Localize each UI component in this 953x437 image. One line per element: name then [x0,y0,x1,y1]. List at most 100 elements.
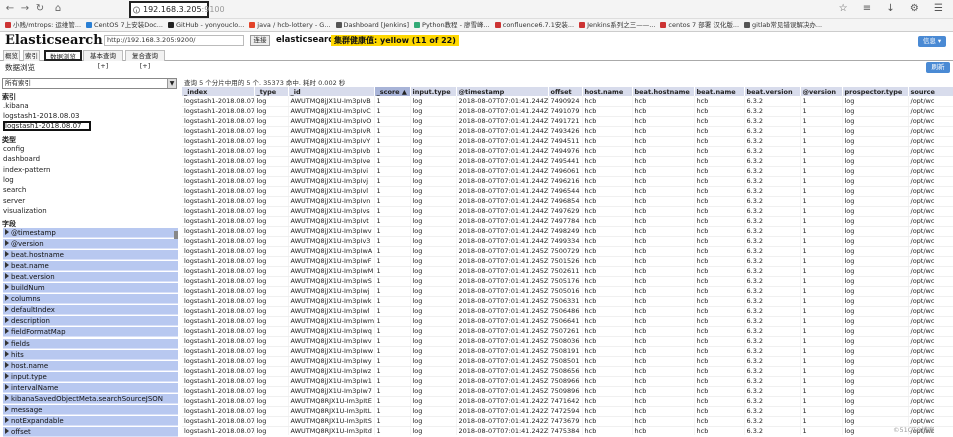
type-item[interactable]: config [3,144,177,154]
field-item[interactable]: kibanaSavedObjectMeta.searchSourceJSON [3,393,178,404]
column-header[interactable]: host.name [582,87,633,96]
bookmark-item[interactable]: gitlab常见错误解决办... [744,19,822,31]
table-row[interactable]: logstash1-2018.08.07 log AWUTMQ8jJX1U-Im3p… [182,356,953,367]
bookmark-item[interactable]: Dashboard [Jenkins] [335,19,409,31]
table-row[interactable]: logstash1-2018.08.07 log AWUTMQ8jJX1U-Im3p… [182,366,953,377]
table-row[interactable]: logstash1-2018.08.07 log AWUTMQ8jJX1U-Im3p… [182,226,953,237]
table-row[interactable]: logstash1-2018.08.07 log AWUTMQ8jJX1U-Im3p… [182,216,953,227]
table-row[interactable]: logstash1-2018.08.07 log AWUTMQ8jJX1U-Im3p… [182,376,953,387]
column-header[interactable]: _type [254,87,289,96]
index-item[interactable]: .kibana [3,101,177,111]
table-row[interactable]: logstash1-2018.08.07 log AWUTMQ8jJX1U-Im3p… [182,156,953,167]
column-header[interactable]: beat.hostname [632,87,695,96]
bookmark-item[interactable]: confluence6.7.1安装... [494,19,574,31]
table-row[interactable]: logstash1-2018.08.07 log AWUTMQ8jJX1U-Im3p… [182,186,953,197]
table-row[interactable]: logstash1-2018.08.07 log AWUTMQ8jJX1U-Im3p… [182,296,953,307]
column-header[interactable]: beat.version [744,87,801,96]
table-row[interactable]: logstash1-2018.08.07 log AWUTMQ8jJX1U-Im3p… [182,326,953,337]
table-row[interactable]: logstash1-2018.08.07 log AWUTMQ8jJX1U-Im3p… [182,246,953,257]
column-header[interactable]: beat.name [694,87,745,96]
field-item[interactable]: beat.name [3,261,178,272]
home-icon[interactable]: ⌂ [52,3,64,15]
back-icon[interactable]: ← [4,3,16,15]
field-item[interactable]: @timestamp [3,228,178,238]
field-item[interactable]: hits [3,349,178,360]
field-item[interactable]: columns [3,294,178,305]
table-row[interactable]: logstash1-2018.08.07 log AWUTMQ8RJX1U-Im3p… [182,416,953,427]
column-header[interactable]: _score ▲ [374,87,411,96]
tab-indices[interactable]: 索引 [23,50,40,61]
column-header[interactable]: _index [182,87,255,96]
table-row[interactable]: logstash1-2018.08.07 log AWUTMQ8RJX1U-Im3p… [182,426,953,435]
table-row[interactable]: logstash1-2018.08.07 log AWUTMQ8jJX1U-Im3p… [182,306,953,317]
bookmark-item[interactable]: 小贱/mtrops: 运维管... [5,19,81,31]
type-item[interactable]: index-pattern [3,165,177,175]
table-row[interactable]: logstash1-2018.08.07 log AWUTMQ8jJX1U-Im3p… [182,166,953,177]
connect-url-input[interactable]: http://192.168.3.205:9200/ [104,35,244,46]
table-row[interactable]: logstash1-2018.08.07 log AWUTMQ8jJX1U-Im3p… [182,236,953,247]
field-item[interactable]: fieldFormatMap [3,327,178,338]
address-bar[interactable]: 192.168.3.205:9100 [129,1,225,18]
table-row[interactable]: logstash1-2018.08.07 log AWUTMQ8jJX1U-Im3p… [182,136,953,147]
field-item[interactable]: intervalName [3,382,178,393]
field-item[interactable]: description [3,316,178,327]
table-row[interactable]: logstash1-2018.08.07 log AWUTMQ8jJX1U-Im3p… [182,276,953,287]
table-row[interactable]: logstash1-2018.08.07 log AWUTMQ8jJX1U-Im3p… [182,316,953,327]
table-row[interactable]: logstash1-2018.08.07 log AWUTMQ8RJX1U-Im3p… [182,396,953,407]
field-item[interactable]: buildNum [3,283,178,294]
type-item[interactable]: search [3,185,177,195]
field-item[interactable]: beat.hostname [3,250,178,261]
table-row[interactable]: logstash1-2018.08.07 log AWUTMQ8jJX1U-Im3p… [182,196,953,207]
bookmark-item[interactable]: Jenkins系列之三——... [579,19,655,31]
sidebar-scrollbar[interactable] [174,231,178,239]
type-item[interactable]: log [3,175,177,185]
column-header[interactable]: @timestamp [456,87,549,96]
bookmark-item[interactable]: centos 7 部署 汉化版... [660,19,739,31]
bookmark-item[interactable]: Python教程 - 廖雪峰... [414,19,490,31]
table-row[interactable]: logstash1-2018.08.07 log AWUTMQ8jJX1U-Im3p… [182,206,953,217]
field-item[interactable]: notExpandable [3,415,178,426]
table-row[interactable]: logstash1-2018.08.07 log AWUTMQ8jJX1U-Im3p… [182,146,953,157]
reload-icon[interactable]: ↻ [34,3,46,15]
column-header[interactable]: prospector.type [842,87,909,96]
field-item[interactable]: input.type [3,371,178,382]
type-item[interactable]: server [3,196,177,206]
column-header[interactable]: @version [800,87,843,96]
tab-basic-query[interactable]: 基本查询 [+] [83,50,123,70]
info-button[interactable]: 信息 ▾ [918,36,946,47]
table-row[interactable]: logstash1-2018.08.07 log AWUTMQ8jJX1U-Im3p… [182,336,953,347]
field-item[interactable]: fields [3,338,178,349]
field-item[interactable]: defaultIndex [3,305,178,316]
table-row[interactable]: logstash1-2018.08.07 log AWUTMQ8jJX1U-Im3p… [182,106,953,117]
field-item[interactable]: host.name [3,360,178,371]
index-item[interactable]: logstash1-2018.08.03 [3,111,177,121]
table-row[interactable]: logstash1-2018.08.07 log AWUTMQ8RJX1U-Im3p… [182,406,953,417]
column-header[interactable]: _id [288,87,375,96]
table-row[interactable]: logstash1-2018.08.07 log AWUTMQ8jJX1U-Im3p… [182,386,953,397]
column-header[interactable]: offset [548,87,583,96]
table-row[interactable]: logstash1-2018.08.07 log AWUTMQ8jJX1U-Im3p… [182,256,953,267]
tab-overview[interactable]: 概览 [3,50,20,61]
table-row[interactable]: logstash1-2018.08.07 log AWUTMQ8jJX1U-Im3p… [182,116,953,127]
column-header[interactable]: input.type [410,87,457,96]
bookmark-item[interactable]: GitHub - yonyouclo... [167,19,244,31]
refresh-button[interactable]: 刷新 [926,62,950,73]
type-item[interactable]: dashboard [3,154,177,164]
connect-button[interactable]: 连接 [250,35,270,46]
field-item[interactable]: beat.version [3,272,178,283]
index-item[interactable]: logstash1-2018.08.07 [3,121,91,131]
field-item[interactable]: offset [3,426,178,437]
forward-icon[interactable]: → [19,3,31,15]
table-row[interactable]: logstash1-2018.08.07 log AWUTMQ8jJX1U-Im3p… [182,346,953,357]
field-item[interactable]: message [3,404,178,415]
table-row[interactable]: logstash1-2018.08.07 log AWUTMQ8jJX1U-Im3p… [182,126,953,137]
bookmark-item[interactable]: java / hcb-lottery - G... [249,19,331,31]
tab-browser[interactable]: 数据浏览 [44,50,82,61]
table-row[interactable]: logstash1-2018.08.07 log AWUTMQ8jJX1U-Im3p… [182,286,953,297]
field-item[interactable]: @version [3,239,178,250]
tab-compound-query[interactable]: 复合查询 [+] [125,50,165,70]
toolbar-icons[interactable]: ☆ ≡ ↓ ⚙ ☰ [839,3,949,14]
column-header[interactable]: source [908,87,953,96]
table-row[interactable]: logstash1-2018.08.07 log AWUTMQ8jJX1U-Im3p… [182,96,953,107]
index-select[interactable]: 所有索引 ▼ [2,78,177,89]
